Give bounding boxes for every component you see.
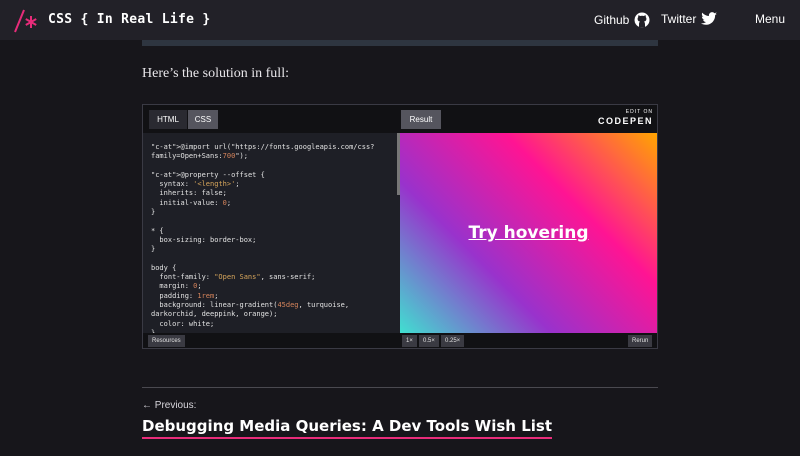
divider (142, 387, 658, 388)
code-line: "c-at">@import url("https://fonts.google… (151, 143, 375, 151)
code-line: box-sizing: border-box; (151, 235, 257, 244)
code-line: family=Open+Sans:700"); (151, 152, 248, 161)
site-title[interactable]: CSS { In Real Life } (48, 12, 211, 27)
code-line: darkorchid, deeppink, orange); (151, 310, 278, 319)
code-line: * { (151, 226, 164, 235)
result-preview: Try hovering (400, 133, 657, 333)
twitter-icon (701, 12, 718, 25)
nav-menu-button[interactable]: Menu (755, 12, 785, 26)
resources-button[interactable]: Resources (148, 335, 185, 347)
code-line: font-family: "Open Sans", sans-serif; (151, 273, 316, 282)
code-line: background: linear-gradient(45deg, turqu… (151, 301, 350, 310)
edit-on-codepen-link[interactable]: EDIT ON CODEPEN (593, 109, 653, 126)
try-hovering-link[interactable]: Try hovering (469, 223, 589, 243)
embed-footer: Resources 1× 0.5× 0.25× Rerun (143, 333, 657, 348)
embed-header: HTML CSS Result EDIT ON CODEPEN (143, 105, 657, 133)
code-line: syntax: '<length>'; (151, 180, 240, 189)
site-header: CSS { In Real Life } Github Twitter Menu (0, 0, 800, 40)
code-line: initial-value: 0; (151, 198, 232, 207)
zoom-025x-button[interactable]: 0.25× (441, 335, 465, 347)
nav-github-label: Github (594, 13, 630, 27)
tab-html[interactable]: HTML (149, 110, 187, 129)
codepen-logo: CODEPEN (597, 116, 653, 126)
code-line: margin: 0; (151, 282, 202, 291)
code-line: body { (151, 263, 177, 272)
codepen-embed: HTML CSS Result EDIT ON CODEPEN "c-at">@… (142, 104, 658, 349)
code-editor: "c-at">@import url("https://fonts.google… (143, 133, 397, 333)
css-code-pane[interactable]: "c-at">@import url("https://fonts.google… (143, 133, 397, 333)
zoom-1x-button[interactable]: 1× (402, 335, 417, 347)
edit-on-label: EDIT ON (625, 109, 653, 115)
code-line: padding: 1rem; (151, 291, 219, 300)
nav-twitter-label: Twitter (661, 12, 697, 26)
tab-result[interactable]: Result (401, 110, 441, 129)
previous-post-link[interactable]: Debugging Media Queries: A Dev Tools Wis… (142, 417, 552, 439)
previous-post-label: ← Previous: (142, 400, 197, 411)
code-line: } (151, 208, 156, 217)
code-line: "c-at">@property --offset { (151, 170, 265, 179)
code-line: color: white; (151, 319, 215, 328)
tab-css[interactable]: CSS (188, 110, 218, 129)
code-line: } (151, 245, 156, 254)
article-paragraph: Here’s the solution in full: (142, 66, 289, 81)
zoom-05x-button[interactable]: 0.5× (419, 335, 439, 347)
nav-github-link[interactable]: Github (594, 12, 650, 28)
previous-code-block (142, 40, 658, 46)
rerun-button[interactable]: Rerun (628, 335, 653, 347)
logo-icon[interactable] (12, 8, 38, 34)
nav-twitter-link[interactable]: Twitter (661, 12, 718, 26)
github-icon (634, 12, 650, 28)
code-line: inherits: false; (151, 189, 227, 198)
